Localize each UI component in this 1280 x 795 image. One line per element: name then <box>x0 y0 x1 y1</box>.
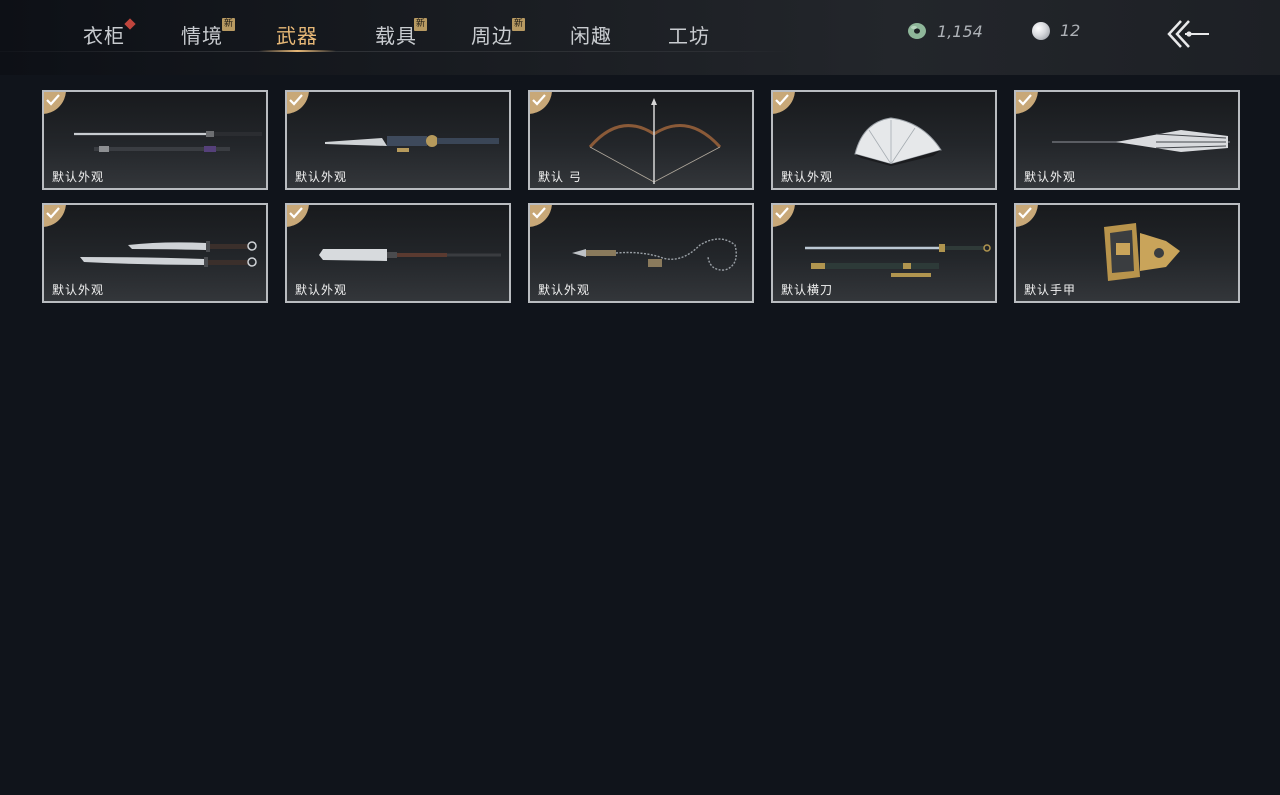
tab-leisure[interactable]: 闲趣 <box>570 20 612 49</box>
weapon-card[interactable]: 默认外观 <box>771 90 997 190</box>
item-label: 默认外观 <box>538 283 591 297</box>
tab-wardrobe[interactable]: 衣柜 <box>83 20 125 49</box>
pearl-amount: 12 <box>1060 21 1081 40</box>
item-label: 默认 弓 <box>538 170 582 184</box>
weapon-card[interactable]: 默认横刀 <box>771 203 997 303</box>
weapon-card[interactable]: 默认外观 <box>528 203 754 303</box>
weapon-card[interactable]: 默认外观 <box>42 90 268 190</box>
jade-coin-icon <box>908 23 926 39</box>
red-dot-badge <box>124 18 136 30</box>
tab-merch[interactable]: 周边 <box>471 20 513 49</box>
item-label: 默认外观 <box>295 283 348 297</box>
item-label: 默认外观 <box>52 283 105 297</box>
weapon-card[interactable]: 默认外观 <box>285 203 511 303</box>
weapon-card[interactable]: 默认外观 <box>42 203 268 303</box>
equipped-check-icon <box>287 92 309 114</box>
equipped-check-icon <box>1016 205 1038 227</box>
equipped-check-icon <box>773 205 795 227</box>
equipped-check-icon <box>44 205 66 227</box>
tab-workshop[interactable]: 工坊 <box>668 20 710 49</box>
tab-scenes[interactable]: 情境 <box>181 20 223 49</box>
weapon-card[interactable]: 默认 弓 <box>528 90 754 190</box>
pearl-icon <box>1032 21 1050 40</box>
jade-amount: 1,154 <box>937 21 983 41</box>
weapon-card[interactable]: 默认手甲 <box>1014 203 1240 303</box>
equipped-check-icon <box>44 92 66 114</box>
pearl-currency: 12 <box>1032 21 1080 40</box>
item-label: 默认外观 <box>295 170 348 184</box>
tab-weapons[interactable]: 武器 <box>276 20 318 49</box>
equipped-check-icon <box>530 205 552 227</box>
weapon-card[interactable]: 默认外观 <box>1014 90 1240 190</box>
new-badge: 新 <box>414 18 427 31</box>
item-label: 默认手甲 <box>1024 283 1077 297</box>
top-nav-bar: 衣柜 情境 新 武器 载具 新 周边 新 闲趣 工坊 1,154 12 <box>0 0 1280 75</box>
back-arrow-icon[interactable] <box>1165 17 1211 51</box>
new-badge: 新 <box>222 18 235 31</box>
equipped-check-icon <box>773 92 795 114</box>
jade-currency: 1,154 <box>907 21 983 41</box>
equipped-check-icon <box>1016 92 1038 114</box>
active-tab-underline <box>259 50 336 52</box>
nav-divider <box>0 51 790 52</box>
item-label: 默认外观 <box>1024 170 1077 184</box>
item-label: 默认外观 <box>781 170 834 184</box>
new-badge: 新 <box>512 18 525 31</box>
tab-vehicles[interactable]: 载具 <box>375 20 417 49</box>
item-label: 默认横刀 <box>781 283 834 297</box>
equipped-check-icon <box>287 205 309 227</box>
item-label: 默认外观 <box>52 170 105 184</box>
equipped-check-icon <box>530 92 552 114</box>
weapon-card[interactable]: 默认外观 <box>285 90 511 190</box>
